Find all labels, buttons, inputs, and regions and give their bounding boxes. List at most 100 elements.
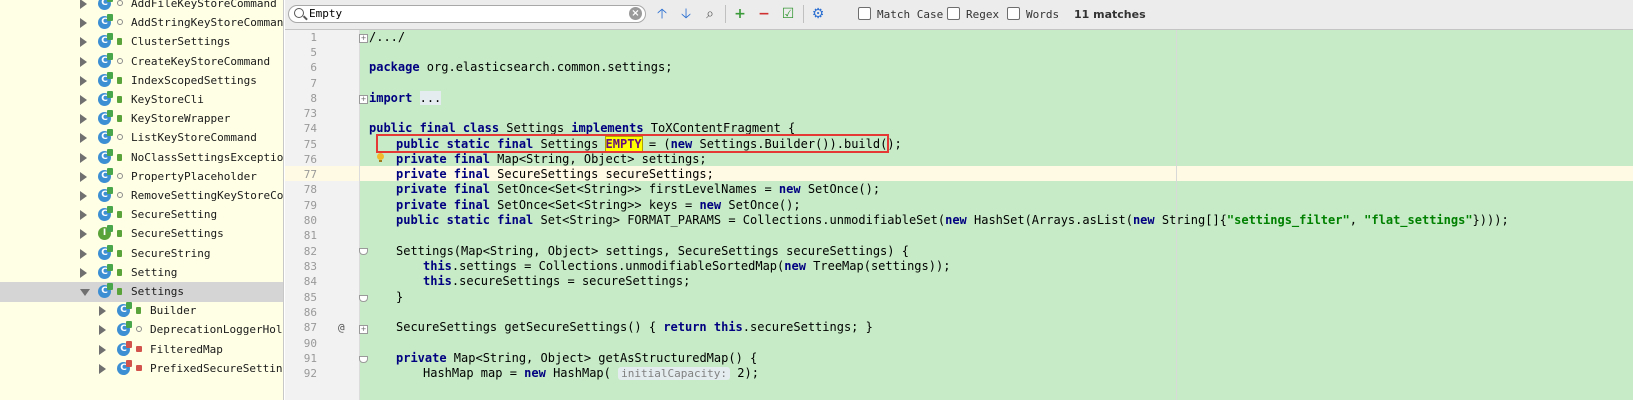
override-marker-icon[interactable]: @ xyxy=(338,320,345,335)
tree-item[interactable]: C ListKeyStoreCommand xyxy=(0,128,283,148)
project-tree[interactable]: C AddFileKeyStoreCommand C AddStringKeyStor… xyxy=(0,0,284,400)
expand-arrow-right-icon[interactable] xyxy=(80,114,87,125)
code-line-6[interactable]: package org.elasticsearch.common.setting… xyxy=(369,60,672,75)
expand-arrow-right-icon[interactable] xyxy=(80,56,87,67)
words-label[interactable]: Words xyxy=(1026,0,1059,29)
fold-expand-icon[interactable]: + xyxy=(359,95,368,104)
tree-item[interactable]: I SecureSettings xyxy=(0,224,283,244)
expand-arrow-right-icon[interactable] xyxy=(80,152,87,163)
class-badge-icon xyxy=(107,263,113,271)
tree-item[interactable]: C Settings xyxy=(0,282,283,302)
code-line-85[interactable]: } xyxy=(396,290,403,305)
line-number: 7 xyxy=(310,77,317,90)
expand-arrow-right-icon[interactable] xyxy=(80,267,87,278)
clear-search-icon[interactable]: × xyxy=(629,7,642,20)
class-badge-icon xyxy=(107,0,113,2)
expand-arrow-right-icon[interactable] xyxy=(99,344,106,355)
code-line-91[interactable]: private Map<String, Object> getAsStructu… xyxy=(396,351,757,366)
code-line-78[interactable]: private final SetOnce<Set<String>> first… xyxy=(396,182,880,197)
fold-expand-icon[interactable]: + xyxy=(359,325,368,334)
expand-arrow-right-icon[interactable] xyxy=(99,363,106,374)
tree-item[interactable]: C Setting xyxy=(0,263,283,283)
tree-item[interactable]: C Builder xyxy=(0,301,283,321)
tree-item[interactable]: CDeprecationLoggerHolder xyxy=(0,320,283,340)
fold-end-icon[interactable] xyxy=(359,295,368,302)
tree-item[interactable]: C SecureString xyxy=(0,244,283,264)
code-line-87[interactable]: SecureSettings getSecureSettings() { ret… xyxy=(396,320,873,335)
tree-item-label: SecureSetting xyxy=(131,208,218,222)
tree-item[interactable]: CRemoveSettingKeyStoreComman xyxy=(0,186,283,206)
previous-occurrence-icon[interactable]: 🡡 xyxy=(653,5,671,23)
tree-item[interactable]: C KeyStoreCli xyxy=(0,90,283,110)
tree-item[interactable]: C PrefixedSecureSettings xyxy=(0,359,283,379)
tree-item[interactable]: C ClusterSettings xyxy=(0,32,283,52)
add-occurrence-icon[interactable]: + xyxy=(731,5,749,23)
tree-item-label: Builder xyxy=(150,304,197,318)
expand-arrow-right-icon[interactable] xyxy=(80,191,87,201)
package-visibility-icon xyxy=(117,134,123,141)
folded-imports[interactable]: ... xyxy=(419,91,442,105)
match-case-checkbox[interactable] xyxy=(858,7,871,20)
fold-expand-icon[interactable]: + xyxy=(359,34,368,43)
line-number: 81 xyxy=(303,229,317,242)
code-line-82[interactable]: Settings(Map<String, Object> settings, S… xyxy=(396,244,909,259)
code-line-83[interactable]: this.settings = Collections.unmodifiable… xyxy=(423,259,950,274)
expand-arrow-right-icon[interactable] xyxy=(80,171,87,182)
tree-item[interactable]: C SecureSetting xyxy=(0,205,283,225)
tree-item[interactable]: C FilteredMap xyxy=(0,340,283,360)
find-all-icon[interactable]: ⌕ xyxy=(701,5,719,23)
code-keyword: private final xyxy=(396,167,490,181)
code-line-80[interactable]: public static final Set<String> FORMAT_P… xyxy=(396,213,1509,228)
tree-item[interactable]: C AddFileKeyStoreCommand xyxy=(0,0,283,14)
gear-icon[interactable]: ⚙ xyxy=(809,5,827,23)
remove-occurrence-icon[interactable]: − xyxy=(755,5,773,23)
code-line-77[interactable]: private final SecureSettings secureSetti… xyxy=(396,167,714,182)
select-all-occurrences-icon[interactable]: ☑ xyxy=(779,5,797,23)
code-keyword: this xyxy=(423,259,452,273)
fold-collapse-icon[interactable] xyxy=(359,356,368,363)
expand-arrow-right-icon[interactable] xyxy=(80,229,87,240)
match-case-label[interactable]: Match Case xyxy=(877,0,943,29)
expand-arrow-right-icon[interactable] xyxy=(99,325,106,336)
regex-label[interactable]: Regex xyxy=(966,0,999,29)
tree-item[interactable]: C NoClassSettingsException xyxy=(0,148,283,168)
line-number: 78 xyxy=(303,183,317,196)
expand-arrow-right-icon[interactable] xyxy=(80,133,87,144)
code-line-1[interactable]: /.../ xyxy=(369,30,405,45)
expand-arrow-right-icon[interactable] xyxy=(80,95,87,105)
public-visibility-icon xyxy=(136,307,141,315)
expand-arrow-right-icon[interactable] xyxy=(80,75,87,86)
code-keyword: this xyxy=(423,274,452,288)
code-line-79[interactable]: private final SetOnce<Set<String>> keys … xyxy=(396,198,801,213)
public-visibility-icon xyxy=(117,249,122,257)
expand-arrow-right-icon[interactable] xyxy=(80,0,87,9)
words-checkbox[interactable] xyxy=(1007,7,1020,20)
expand-arrow-down-icon[interactable] xyxy=(80,289,90,296)
code-line-76[interactable]: private final Map<String, Object> settin… xyxy=(396,152,707,167)
expand-arrow-right-icon[interactable] xyxy=(80,248,87,259)
code-text: Settings(Map<String, Object> settings, S… xyxy=(396,244,909,258)
code-line-92[interactable]: HashMap map = new HashMap( initialCapaci… xyxy=(423,366,759,381)
expand-arrow-right-icon[interactable] xyxy=(99,306,106,317)
tree-item[interactable]: C KeyStoreWrapper xyxy=(0,109,283,129)
line-number: 74 xyxy=(303,122,317,135)
expand-arrow-right-icon[interactable] xyxy=(80,210,87,221)
code-keyword: new xyxy=(945,213,967,227)
tree-item[interactable]: C AddStringKeyStoreCommand xyxy=(0,13,283,33)
regex-checkbox[interactable] xyxy=(947,7,960,20)
search-box[interactable]: × xyxy=(288,5,646,23)
code-keyword: new xyxy=(778,182,801,196)
line-number: 92 xyxy=(303,367,317,380)
code-line-8[interactable]: import ... xyxy=(369,91,442,106)
search-input[interactable] xyxy=(309,6,619,22)
lightbulb-icon[interactable] xyxy=(375,152,386,163)
code-text: } xyxy=(396,290,404,304)
expand-arrow-right-icon[interactable] xyxy=(80,18,87,29)
tree-item[interactable]: C PropertyPlaceholder xyxy=(0,167,283,187)
tree-item[interactable]: C CreateKeyStoreCommand xyxy=(0,52,283,72)
next-occurrence-icon[interactable]: 🡣 xyxy=(677,5,695,23)
fold-collapse-icon[interactable] xyxy=(359,248,368,255)
code-line-84[interactable]: this.secureSettings = secureSettings; xyxy=(423,274,690,289)
expand-arrow-right-icon[interactable] xyxy=(80,37,87,48)
tree-item[interactable]: C IndexScopedSettings xyxy=(0,71,283,91)
